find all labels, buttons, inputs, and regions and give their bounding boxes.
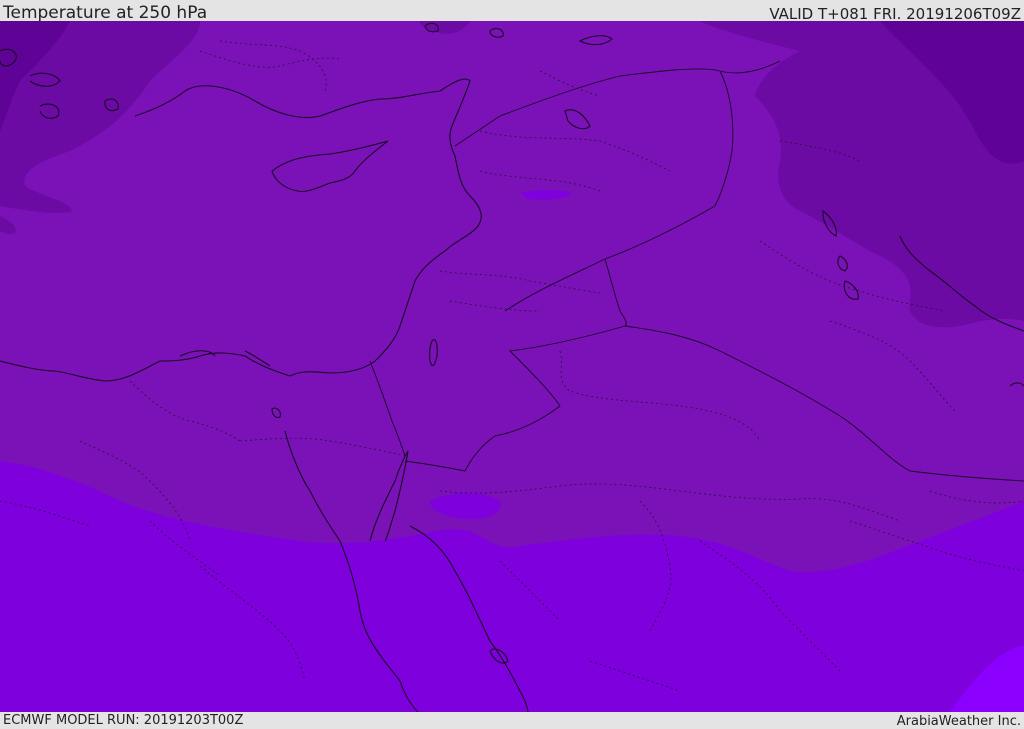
temperature-map <box>0 21 1024 712</box>
model-run-label: ECMWF MODEL RUN: 20191203T00Z <box>3 713 244 728</box>
credit-label: ArabiaWeather Inc. <box>896 714 1021 729</box>
map-title: Temperature at 250 hPa <box>3 3 208 23</box>
